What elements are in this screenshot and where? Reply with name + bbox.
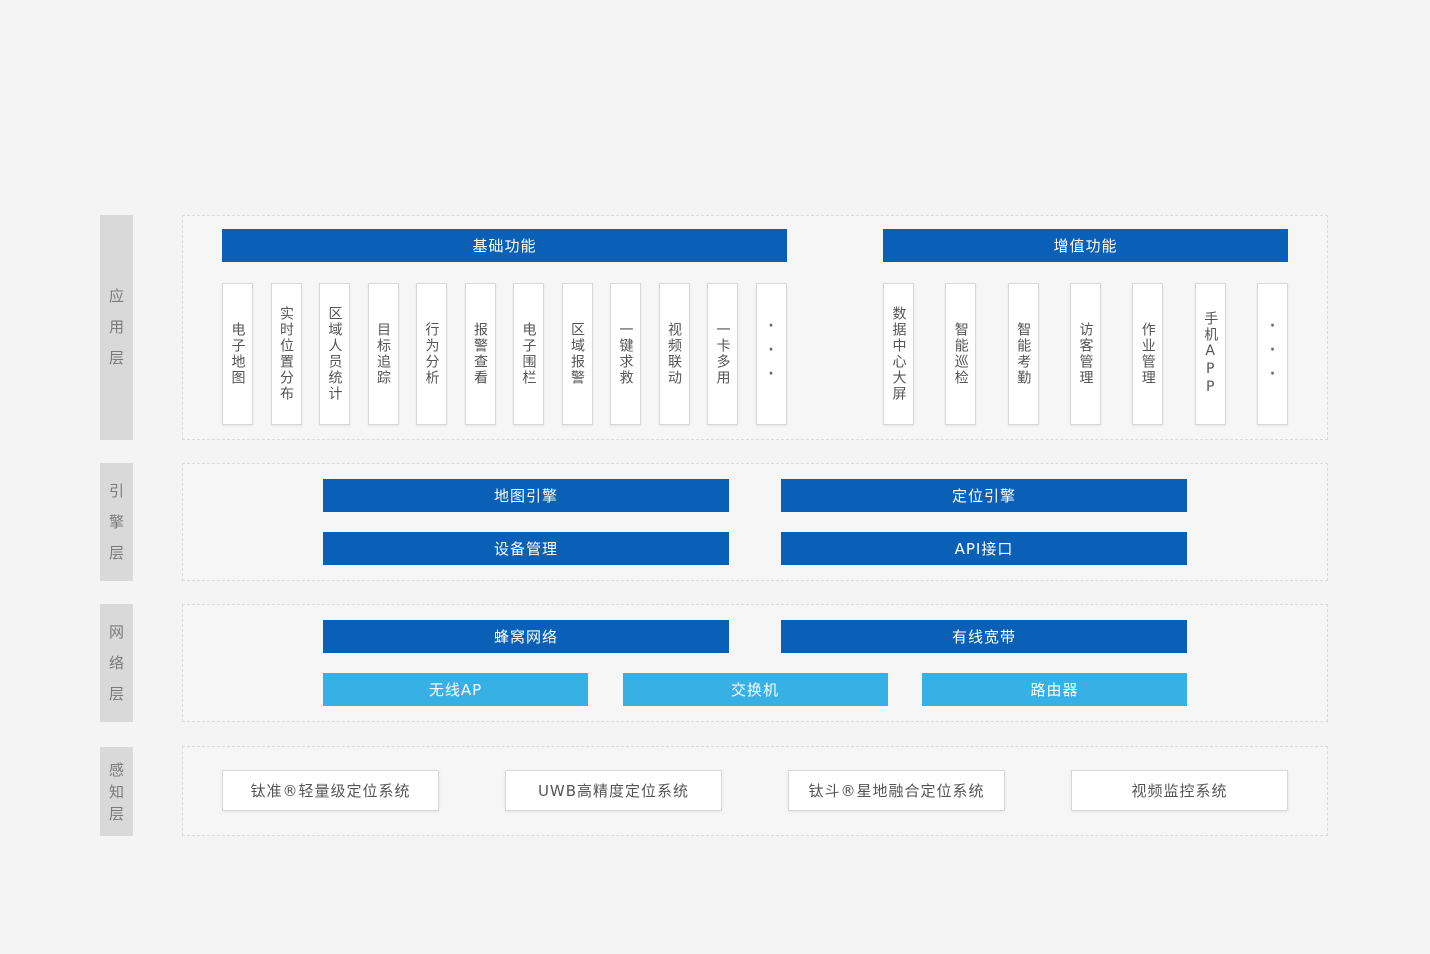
network-layer-label: 网 络 层 [100, 604, 133, 722]
basic-function-card: 实时位置分布 [270, 283, 302, 425]
value-added-function-card: 手机APP [1194, 283, 1226, 425]
wired-broadband-block: 有线宽带 [781, 620, 1187, 653]
value-added-function-label: 数据中心大屏 [890, 306, 907, 402]
perception-layer-label: 感 知 层 [100, 747, 133, 836]
basic-function-label: 区域人员统计 [326, 306, 343, 402]
value-added-function-card: 访客管理 [1070, 283, 1101, 425]
network-layer-label-char: 络 [108, 653, 124, 672]
basic-function-card: 报警查看 [464, 283, 496, 425]
basic-function-card-ellipsis: ··· [755, 283, 787, 425]
positioning-engine-block: 定位引擎 [781, 479, 1187, 512]
basic-function-card: 一键求救 [610, 283, 641, 425]
application-layer-label-char: 层 [108, 349, 124, 367]
wireless-ap-block: 无线AP [323, 673, 588, 706]
value-added-function-card: 数据中心大屏 [883, 283, 914, 425]
perception-system-card: UWB高精度定位系统 [505, 770, 722, 811]
application-layer-label-char: 应 [108, 287, 124, 305]
basic-function-card: 电子围栏 [513, 283, 544, 425]
perception-layer-label-char: 感 [108, 760, 124, 779]
basic-function-label: 一键求救 [617, 322, 634, 386]
value-added-function-label: 智能巡检 [952, 322, 969, 386]
basic-function-label: 报警查看 [472, 322, 488, 386]
basic-function-card: 目标追踪 [367, 283, 399, 425]
basic-function-label: 目标追踪 [375, 322, 391, 386]
perception-system-card: 钛斗®星地融合定位系统 [788, 770, 1005, 811]
value-added-function-card-ellipsis: ··· [1257, 283, 1288, 425]
engine-layer-label: 引 擎 层 [100, 463, 133, 581]
engine-layer-label-char: 层 [108, 543, 124, 562]
value-added-function-label: 手机APP [1202, 311, 1219, 397]
value-added-function-label: 访客管理 [1077, 322, 1094, 386]
basic-function-card: 区域人员统计 [319, 283, 350, 425]
value-added-function-label: 智能考勤 [1015, 322, 1032, 386]
basic-functions-header: 基础功能 [222, 229, 787, 262]
map-engine-block: 地图引擎 [323, 479, 729, 512]
application-layer-label: 应 用 层 [100, 215, 133, 440]
basic-function-label: 一卡多用 [714, 322, 731, 386]
ellipsis-label: ··· [1264, 318, 1281, 390]
network-layer-label-char: 层 [108, 684, 124, 703]
basic-function-card: 电子地图 [222, 283, 253, 425]
perception-layer-label-char: 层 [108, 804, 124, 823]
basic-function-label: 电子围栏 [520, 322, 537, 386]
engine-layer-label-char: 擎 [108, 512, 124, 531]
value-added-function-card: 智能考勤 [1007, 283, 1039, 425]
basic-function-card: 行为分析 [416, 283, 447, 425]
device-management-block: 设备管理 [323, 532, 729, 565]
engine-layer-label-char: 引 [108, 481, 124, 500]
basic-function-card: 视频联动 [658, 283, 690, 425]
perception-system-card: 钛准®轻量级定位系统 [222, 770, 439, 811]
basic-function-label: 区域报警 [569, 322, 585, 386]
basic-function-card: 区域报警 [561, 283, 593, 425]
value-added-functions-header: 增值功能 [883, 229, 1288, 262]
perception-system-card: 视频监控系统 [1071, 770, 1288, 811]
basic-function-label: 行为分析 [423, 322, 440, 386]
switch-block: 交换机 [622, 673, 888, 706]
value-added-function-label: 作业管理 [1139, 322, 1156, 386]
api-interface-block: API接口 [781, 532, 1187, 565]
ellipsis-label: ··· [763, 318, 779, 390]
value-added-function-card: 作业管理 [1132, 283, 1164, 425]
perception-layer-label-char: 知 [108, 782, 124, 801]
network-layer-label-char: 网 [108, 622, 124, 641]
cellular-network-block: 蜂窝网络 [323, 620, 729, 653]
basic-function-label: 实时位置分布 [278, 306, 294, 402]
basic-function-card: 一卡多用 [707, 283, 738, 425]
basic-function-label: 视频联动 [666, 322, 682, 386]
router-block: 路由器 [922, 673, 1187, 706]
application-layer-label-char: 用 [108, 318, 124, 336]
value-added-function-card: 智能巡检 [945, 283, 977, 425]
basic-function-label: 电子地图 [229, 322, 246, 386]
